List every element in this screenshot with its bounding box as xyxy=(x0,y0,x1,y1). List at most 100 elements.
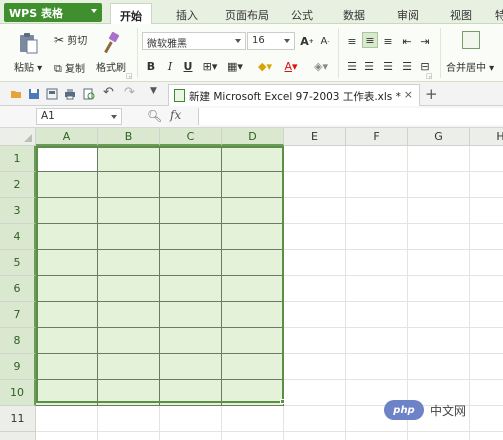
cell-b5[interactable] xyxy=(98,250,160,276)
cell-a4[interactable] xyxy=(36,224,98,250)
cell-d11[interactable] xyxy=(222,406,284,432)
row-header-10[interactable]: 10 xyxy=(0,380,36,406)
row-header-6[interactable]: 6 xyxy=(0,276,36,302)
cell-e2[interactable] xyxy=(284,172,346,198)
cell-d5[interactable] xyxy=(222,250,284,276)
undo-icon[interactable]: ↶ xyxy=(103,85,115,100)
cell-h7[interactable] xyxy=(470,302,503,328)
tab-review[interactable]: 审阅 xyxy=(388,5,428,24)
column-header-e[interactable]: E xyxy=(284,128,346,146)
cell-a10[interactable] xyxy=(36,380,98,406)
align-top-icon[interactable]: ≡ xyxy=(345,33,359,49)
grow-font-icon[interactable]: A + xyxy=(300,33,314,49)
cell-c4[interactable] xyxy=(160,224,222,250)
format-painter-icon[interactable] xyxy=(104,32,120,54)
cell-d1[interactable] xyxy=(222,146,284,172)
cell-g4[interactable] xyxy=(408,224,470,250)
cell-a11[interactable] xyxy=(36,406,98,432)
align-left-icon[interactable]: ☰ xyxy=(345,58,359,74)
cell-e4[interactable] xyxy=(284,224,346,250)
cell-f6[interactable] xyxy=(346,276,408,302)
row-header-8[interactable]: 8 xyxy=(0,328,36,354)
tab-page-layout[interactable]: 页面布局 xyxy=(216,5,278,24)
redo-icon[interactable]: ↷ xyxy=(124,85,136,100)
cell-f1[interactable] xyxy=(346,146,408,172)
cell-a3[interactable] xyxy=(36,198,98,224)
cell-h6[interactable] xyxy=(470,276,503,302)
shrink-font-icon[interactable]: A- xyxy=(318,33,332,49)
cell-e12[interactable] xyxy=(284,432,346,440)
cell-a1[interactable] xyxy=(36,146,98,172)
cell-b12[interactable] xyxy=(98,432,160,440)
tab-special[interactable]: 特 xyxy=(486,5,503,24)
align-bottom-icon[interactable]: ≡ xyxy=(381,33,395,49)
cell-b4[interactable] xyxy=(98,224,160,250)
font-color-icon[interactable]: A ▾ xyxy=(280,58,302,74)
paste-icon[interactable] xyxy=(18,32,38,54)
format-painter-button[interactable]: 格式刷 xyxy=(96,59,126,74)
row-header-12[interactable]: 12 xyxy=(0,432,36,440)
cell-e10[interactable] xyxy=(284,380,346,406)
tab-data[interactable]: 数据 xyxy=(334,5,374,24)
cell-c5[interactable] xyxy=(160,250,222,276)
cell-c7[interactable] xyxy=(160,302,222,328)
row-header-5[interactable]: 5 xyxy=(0,250,36,276)
cell-c2[interactable] xyxy=(160,172,222,198)
cell-b9[interactable] xyxy=(98,354,160,380)
cell-g12[interactable] xyxy=(408,432,470,440)
column-header-b[interactable]: B xyxy=(98,128,160,146)
open-folder-icon[interactable] xyxy=(10,88,22,100)
row-header-9[interactable]: 9 xyxy=(0,354,36,380)
cell-f8[interactable] xyxy=(346,328,408,354)
cell-b2[interactable] xyxy=(98,172,160,198)
row-header-7[interactable]: 7 xyxy=(0,302,36,328)
app-menu-button[interactable]: WPS 表格 xyxy=(4,3,102,22)
new-tab-button[interactable]: + xyxy=(425,85,438,103)
cell-e8[interactable] xyxy=(284,328,346,354)
cell-g7[interactable] xyxy=(408,302,470,328)
cell-g5[interactable] xyxy=(408,250,470,276)
cell-c10[interactable] xyxy=(160,380,222,406)
cell-c3[interactable] xyxy=(160,198,222,224)
cell-d9[interactable] xyxy=(222,354,284,380)
fill-color-icon[interactable]: ◆▾ xyxy=(254,58,276,74)
cell-a7[interactable] xyxy=(36,302,98,328)
close-tab-icon[interactable]: × xyxy=(404,88,413,101)
file-tab[interactable]: 新建 Microsoft Excel 97-2003 工作表.xls * × xyxy=(168,84,420,106)
cell-g3[interactable] xyxy=(408,198,470,224)
borders-icon[interactable]: ⊞▾ xyxy=(199,58,221,74)
paste-button[interactable]: 粘贴 ▾ xyxy=(14,59,42,74)
tab-insert[interactable]: 插入 xyxy=(167,5,207,24)
cell-d7[interactable] xyxy=(222,302,284,328)
cell-e9[interactable] xyxy=(284,354,346,380)
cell-d12[interactable] xyxy=(222,432,284,440)
justify-icon[interactable]: ☰ xyxy=(400,58,414,74)
cell-h5[interactable] xyxy=(470,250,503,276)
row-header-3[interactable]: 3 xyxy=(0,198,36,224)
cell-d10[interactable] xyxy=(222,380,284,406)
cell-e7[interactable] xyxy=(284,302,346,328)
cell-b10[interactable] xyxy=(98,380,160,406)
cell-h12[interactable] xyxy=(470,432,503,440)
cell-g9[interactable] xyxy=(408,354,470,380)
name-box[interactable]: A1 xyxy=(36,108,122,125)
cell-h9[interactable] xyxy=(470,354,503,380)
column-header-c[interactable]: C xyxy=(160,128,222,146)
cell-a6[interactable] xyxy=(36,276,98,302)
save-as-icon[interactable] xyxy=(46,88,58,100)
underline-button[interactable]: U xyxy=(181,58,195,74)
cell-g6[interactable] xyxy=(408,276,470,302)
merge-center-button[interactable]: 合并居中 ▾ xyxy=(446,59,494,74)
cell-b6[interactable] xyxy=(98,276,160,302)
cell-c9[interactable] xyxy=(160,354,222,380)
cell-style-icon[interactable]: ▦▾ xyxy=(224,58,246,74)
customize-dropdown-icon[interactable]: ▼ xyxy=(150,86,162,98)
row-header-11[interactable]: 11 xyxy=(0,406,36,432)
cell-e6[interactable] xyxy=(284,276,346,302)
align-center-icon[interactable]: ☰ xyxy=(362,58,376,74)
cell-e11[interactable] xyxy=(284,406,346,432)
cell-e5[interactable] xyxy=(284,250,346,276)
cell-f5[interactable] xyxy=(346,250,408,276)
cell-h3[interactable] xyxy=(470,198,503,224)
row-header-2[interactable]: 2 xyxy=(0,172,36,198)
